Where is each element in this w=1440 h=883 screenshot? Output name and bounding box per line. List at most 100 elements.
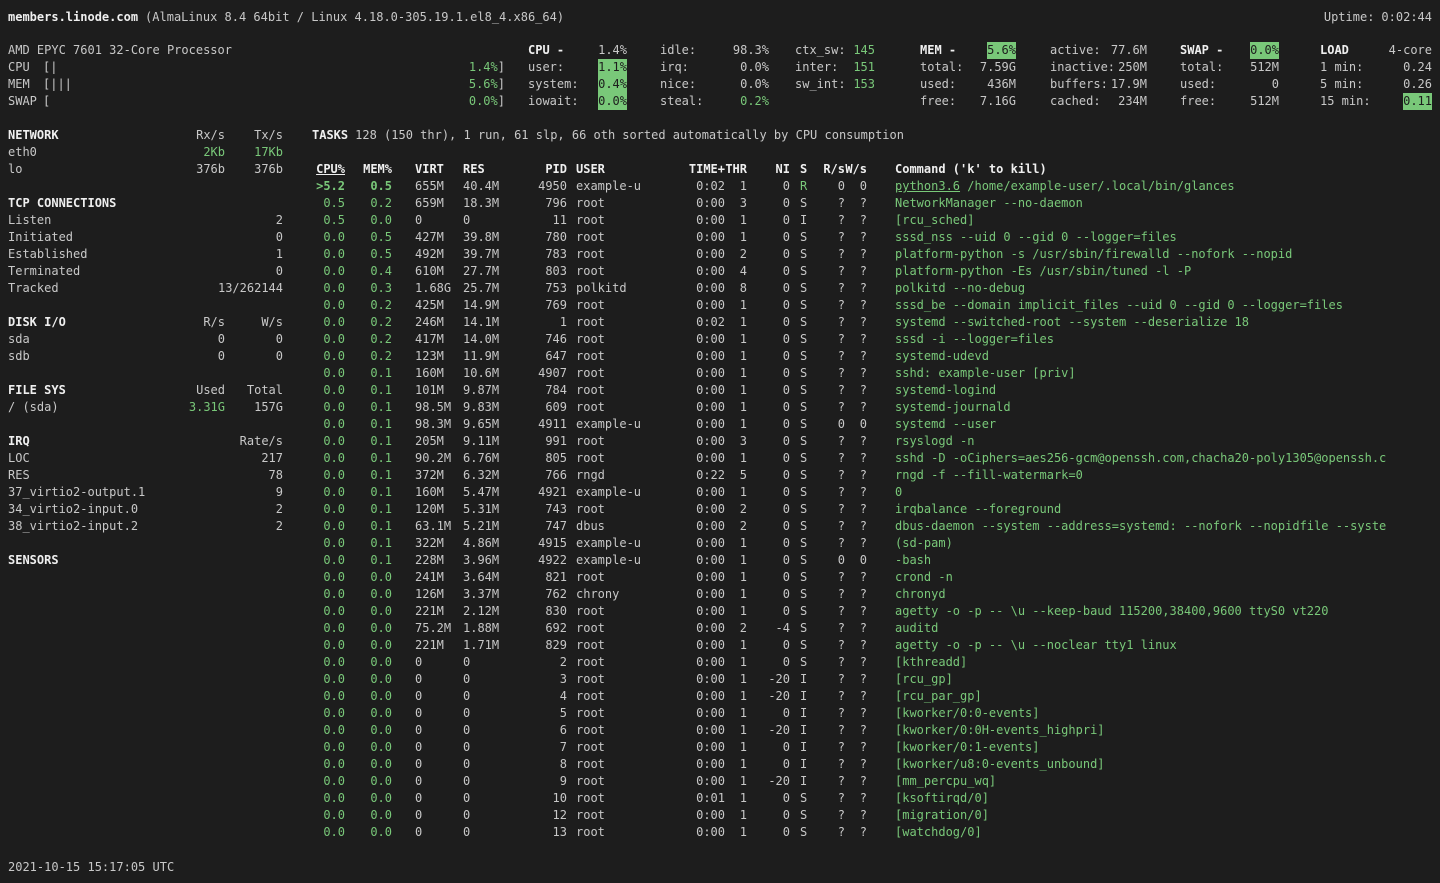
cell-mem: 0.1 — [345, 433, 392, 450]
process-row-11[interactable]: 0.50.00011root0:0010I??[rcu_sched] — [312, 212, 1440, 229]
stat-label: sw_int: — [795, 76, 846, 93]
cell-io-read: ? — [817, 705, 845, 722]
process-row-805[interactable]: 0.00.190.2M6.76M805root0:0010S??sshd -D … — [312, 450, 1440, 467]
process-row-4907[interactable]: 0.00.1160M10.6M4907root0:0010S??sshd: ex… — [312, 365, 1440, 382]
process-row-753[interactable]: 0.00.31.68G25.7M753polkitd0:0080S??polki… — [312, 280, 1440, 297]
process-row-647[interactable]: 0.00.2123M11.9M647root0:0010S??systemd-u… — [312, 348, 1440, 365]
process-row-796[interactable]: 0.50.2659M18.3M796root0:0030S??NetworkMa… — [312, 195, 1440, 212]
process-row-747[interactable]: 0.00.163.1M5.21M747dbus0:0020S??dbus-dae… — [312, 518, 1440, 535]
cell-status: S — [790, 501, 817, 518]
stat-label: buffers: — [1050, 76, 1108, 93]
cell-thr: 1 — [725, 603, 747, 620]
gauge-bar: ||| — [50, 76, 469, 93]
cell-pid: 6 — [519, 722, 567, 739]
terminal-screen[interactable]: members.linode.com(AlmaLinux 8.4 64bit /… — [0, 0, 1440, 883]
sidebar-label: Established — [8, 246, 153, 263]
process-row-803[interactable]: 0.00.4610M27.7M803root0:0040S??platform-… — [312, 263, 1440, 280]
process-row-829[interactable]: 0.00.0221M1.71M829root0:0010S??agetty -o… — [312, 637, 1440, 654]
sidebar-network: NETWORKRx/sTx/s — [8, 127, 283, 144]
cell-mem: 0.1 — [345, 416, 392, 433]
gauge-label: CPU — [8, 59, 43, 76]
process-row-783[interactable]: 0.00.5492M39.7M783root0:0020S??platform-… — [312, 246, 1440, 263]
process-row-4921[interactable]: 0.00.1160M5.47M4921example-u0:0010S??0 — [312, 484, 1440, 501]
sidebar-label: eth0 — [8, 144, 153, 161]
cell-ni: 0 — [747, 552, 790, 569]
cell-res: 40.4M — [463, 178, 519, 195]
stat-value: 0.4% — [598, 76, 627, 93]
cell-ni: 0 — [747, 807, 790, 824]
cell-io-write: ? — [845, 382, 867, 399]
col-header-res[interactable]: RES — [463, 161, 519, 178]
cell-pid: 762 — [519, 586, 567, 603]
cell-cpu: 0.0 — [312, 382, 345, 399]
process-row-5[interactable]: 0.00.0005root0:0010I??[kworker/0:0-event… — [312, 705, 1440, 722]
cell-cpu: 0.0 — [312, 603, 345, 620]
col-header-time[interactable]: TIME+ — [661, 161, 725, 178]
process-row-766[interactable]: 0.00.1372M6.32M766rngd0:2250S??rngd -f -… — [312, 467, 1440, 484]
cell-time: 0:00 — [661, 603, 725, 620]
stat-value: 5.6% — [987, 42, 1016, 59]
sidebar-value: 13/262144 — [153, 280, 283, 297]
col-header-pid[interactable]: PID — [519, 161, 567, 178]
process-row-780[interactable]: 0.00.5427M39.8M780root0:0010S??sssd_nss … — [312, 229, 1440, 246]
stat-label: idle: — [660, 42, 696, 59]
process-row-769[interactable]: 0.00.2425M14.9M769root0:0010S??sssd_be -… — [312, 297, 1440, 314]
process-row-7[interactable]: 0.00.0007root0:0010I??[kworker/0:1-event… — [312, 739, 1440, 756]
process-row-13[interactable]: 0.00.00013root0:0010S??[watchdog/0] — [312, 824, 1440, 841]
process-row-3[interactable]: 0.00.0003root0:001-20I??[rcu_gp] — [312, 671, 1440, 688]
stat-irq: irq:0.0% — [660, 59, 769, 76]
cell-thr: 1 — [725, 756, 747, 773]
col-header-user[interactable]: USER — [567, 161, 661, 178]
cell-mem: 0.0 — [345, 722, 392, 739]
process-row-4915[interactable]: 0.00.1322M4.86M4915example-u0:0010S??(sd… — [312, 535, 1440, 552]
cell-time: 0:00 — [661, 739, 725, 756]
process-row-10[interactable]: 0.00.00010root0:0110S??[ksoftirqd/0] — [312, 790, 1440, 807]
process-row-830[interactable]: 0.00.0221M2.12M830root0:0010S??agetty -o… — [312, 603, 1440, 620]
process-row-4[interactable]: 0.00.0004root0:001-20I??[rcu_par_gp] — [312, 688, 1440, 705]
cell-pid: 784 — [519, 382, 567, 399]
cell-thr: 1 — [725, 569, 747, 586]
process-row-4922[interactable]: 0.00.1228M3.96M4922example-u0:0010S00-ba… — [312, 552, 1440, 569]
cell-pid: 747 — [519, 518, 567, 535]
stat-sw-int: sw_int:153 — [795, 76, 875, 93]
cell-thr: 4 — [725, 263, 747, 280]
process-row-991[interactable]: 0.00.1205M9.11M991root0:0030S??rsyslogd … — [312, 433, 1440, 450]
process-row-692[interactable]: 0.00.075.2M1.88M692root0:002-4S??auditd — [312, 620, 1440, 637]
cell-time: 0:00 — [661, 773, 725, 790]
cell-status: I — [790, 212, 817, 229]
process-row-4950[interactable]: >5.20.5655M40.4M4950example-u0:0210R00py… — [312, 178, 1440, 195]
cell-thr: 1 — [725, 654, 747, 671]
process-row-12[interactable]: 0.00.00012root0:0010S??[migration/0] — [312, 807, 1440, 824]
process-row-6[interactable]: 0.00.0006root0:001-20I??[kworker/0:0H-ev… — [312, 722, 1440, 739]
process-row-609[interactable]: 0.00.198.5M9.83M609root0:0010S??systemd-… — [312, 399, 1440, 416]
cell-user: root — [567, 365, 661, 382]
process-row-2[interactable]: 0.00.0002root0:0010S??[kthreadd] — [312, 654, 1440, 671]
process-row-784[interactable]: 0.00.1101M9.87M784root0:0010S??systemd-l… — [312, 382, 1440, 399]
cell-virt: 0 — [392, 671, 463, 688]
process-row-746[interactable]: 0.00.2417M14.0M746root0:0010S??sssd -i -… — [312, 331, 1440, 348]
process-row-762[interactable]: 0.00.0126M3.37M762chrony0:0010S??chronyd — [312, 586, 1440, 603]
stat-label: MEM - — [920, 42, 956, 59]
cell-cpu: 0.0 — [312, 807, 345, 824]
cell-cpu: 0.0 — [312, 637, 345, 654]
cell-user: root — [567, 824, 661, 841]
cell-time: 0:00 — [661, 807, 725, 824]
process-row-743[interactable]: 0.00.1120M5.31M743root0:0020S??irqbalanc… — [312, 501, 1440, 518]
cell-user: root — [567, 382, 661, 399]
col-header-cpu[interactable]: CPU% — [312, 161, 345, 178]
process-row-821[interactable]: 0.00.0241M3.64M821root0:0010S??crond -n — [312, 569, 1440, 586]
cell-command: [kworker/0:0-events] — [867, 705, 1440, 722]
process-row-8[interactable]: 0.00.0008root0:0010I??[kworker/u8:0-even… — [312, 756, 1440, 773]
col-header-mem[interactable]: MEM% — [345, 161, 392, 178]
process-row-1[interactable]: 0.00.2246M14.1M1root0:0210S??systemd --s… — [312, 314, 1440, 331]
stat-used: used:0 — [1180, 76, 1279, 93]
cell-command: [ksoftirqd/0] — [867, 790, 1440, 807]
cell-cpu: 0.0 — [312, 688, 345, 705]
cell-time: 0:00 — [661, 620, 725, 637]
cell-time: 0:00 — [661, 484, 725, 501]
col-header-virt[interactable]: VIRT — [392, 161, 463, 178]
process-row-4911[interactable]: 0.00.198.3M9.65M4911example-u0:0010S00sy… — [312, 416, 1440, 433]
cell-io-write: ? — [845, 280, 867, 297]
process-row-9[interactable]: 0.00.0009root0:001-20I??[mm_percpu_wq] — [312, 773, 1440, 790]
cell-io-write: ? — [845, 501, 867, 518]
